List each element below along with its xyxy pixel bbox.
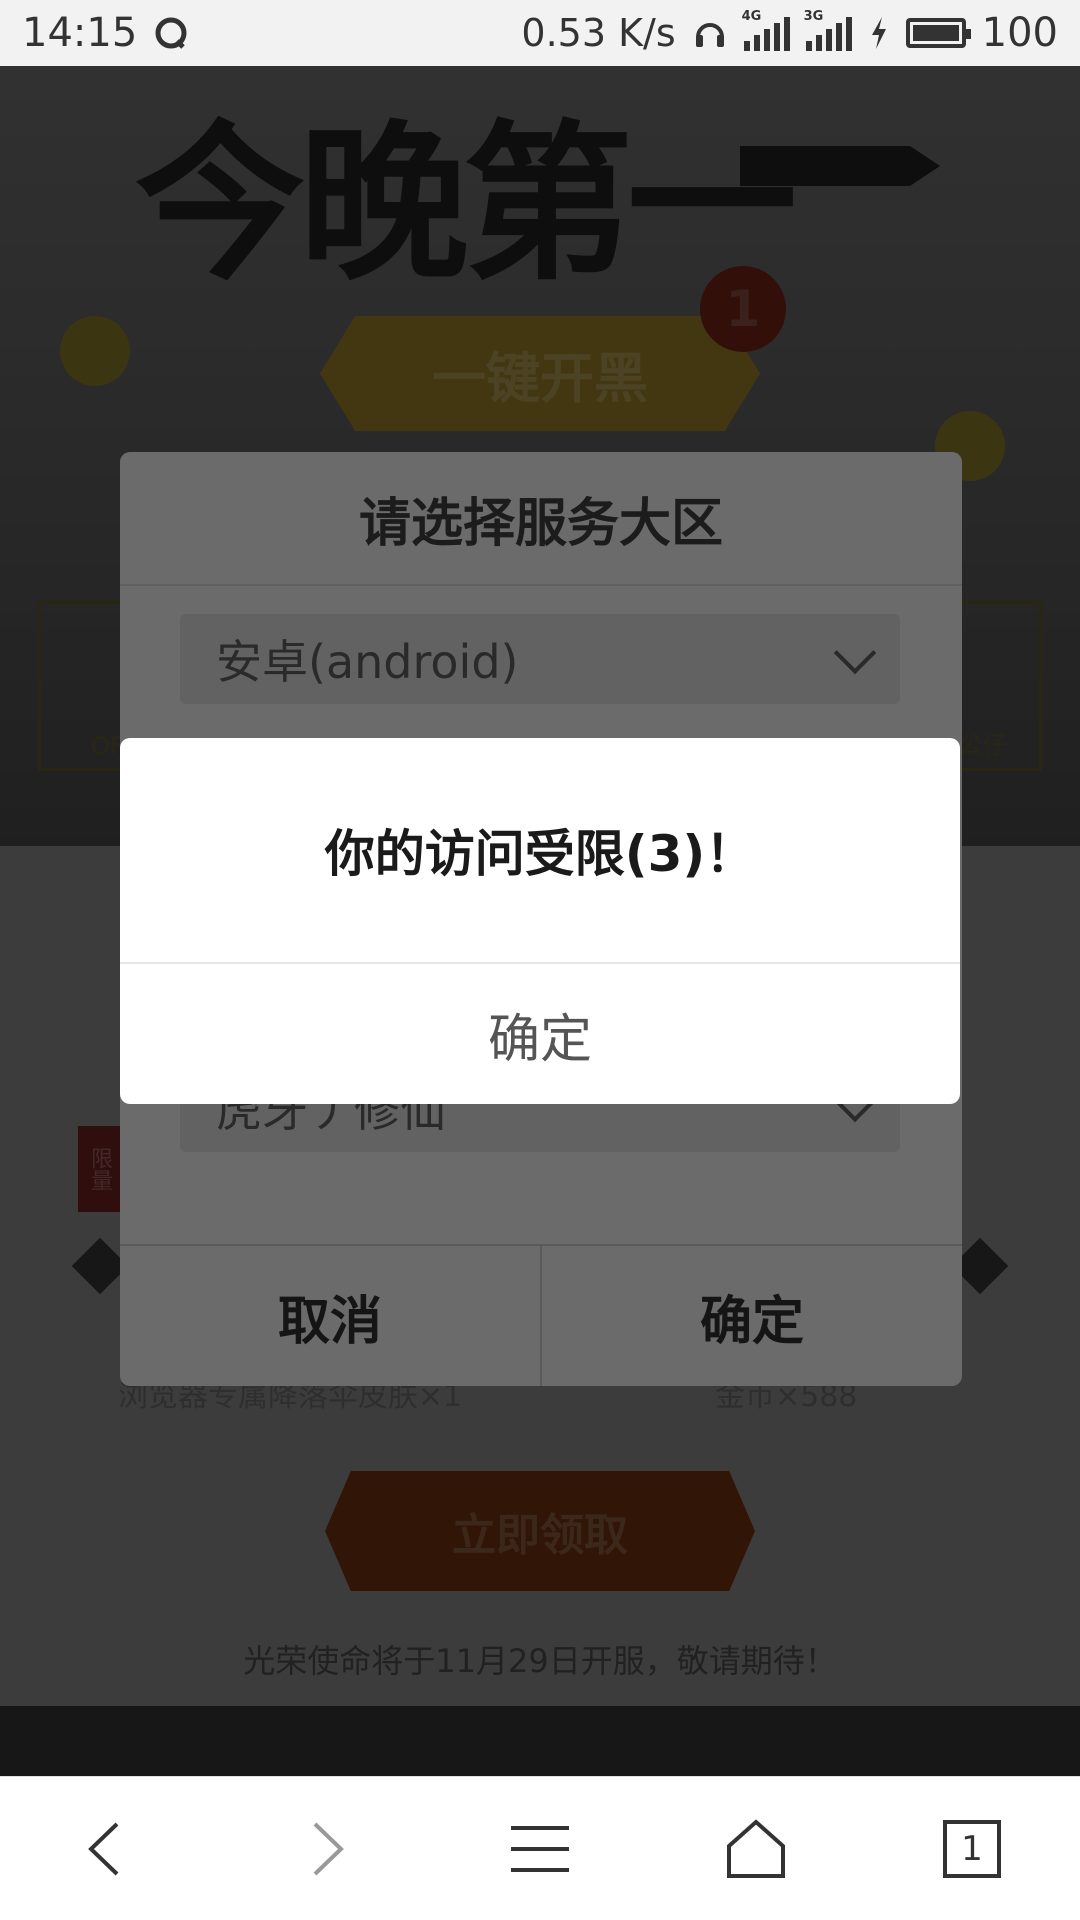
- alert-ok-button[interactable]: 确定: [120, 962, 960, 1104]
- platform-select[interactable]: 安卓(android): [180, 614, 900, 704]
- charging-icon: [871, 17, 886, 49]
- platform-select-value: 安卓(android): [216, 635, 519, 689]
- qq-icon: [155, 17, 187, 49]
- back-icon: [88, 1822, 119, 1875]
- battery-icon: [905, 18, 971, 48]
- signal-2-tag: 3G: [803, 9, 824, 24]
- alert-message: 你的访问受限(3)！: [324, 825, 756, 883]
- headset-icon: [695, 23, 724, 47]
- confirm-button[interactable]: 确定: [540, 1246, 962, 1386]
- back-button[interactable]: [48, 1789, 168, 1909]
- signal-icon: 4G: [742, 9, 790, 51]
- cancel-button[interactable]: 取消: [120, 1246, 540, 1386]
- tabs-button[interactable]: 1: [912, 1789, 1032, 1909]
- battery-level: 100: [981, 10, 1058, 56]
- chevron-down-icon: [833, 631, 877, 675]
- signal-1-tag: 4G: [741, 9, 762, 24]
- forward-button[interactable]: [264, 1789, 384, 1909]
- status-bar: 14:15 0.53 K/s 4G 3G 100: [0, 0, 1080, 66]
- status-left: 14:15: [22, 10, 189, 56]
- clock: 14:15: [22, 10, 138, 56]
- forward-icon: [313, 1822, 344, 1875]
- access-limited-alert: 你的访问受限(3)！ 确定: [120, 738, 960, 1104]
- menu-button[interactable]: [480, 1789, 600, 1909]
- home-button[interactable]: [696, 1789, 816, 1909]
- server-dialog-title: 请选择服务大区: [120, 452, 962, 586]
- server-dialog-footer: 取消 确定: [120, 1244, 962, 1386]
- menu-icon: [511, 1825, 569, 1872]
- network-speed: 0.53 K/s: [521, 11, 676, 55]
- browser-navbar: 1: [0, 1776, 1080, 1920]
- status-right: 0.53 K/s 4G 3G 100: [521, 9, 1058, 56]
- home-icon: [727, 1818, 785, 1878]
- signal-icon: 3G: [804, 9, 852, 51]
- tab-count: 1: [961, 1828, 983, 1869]
